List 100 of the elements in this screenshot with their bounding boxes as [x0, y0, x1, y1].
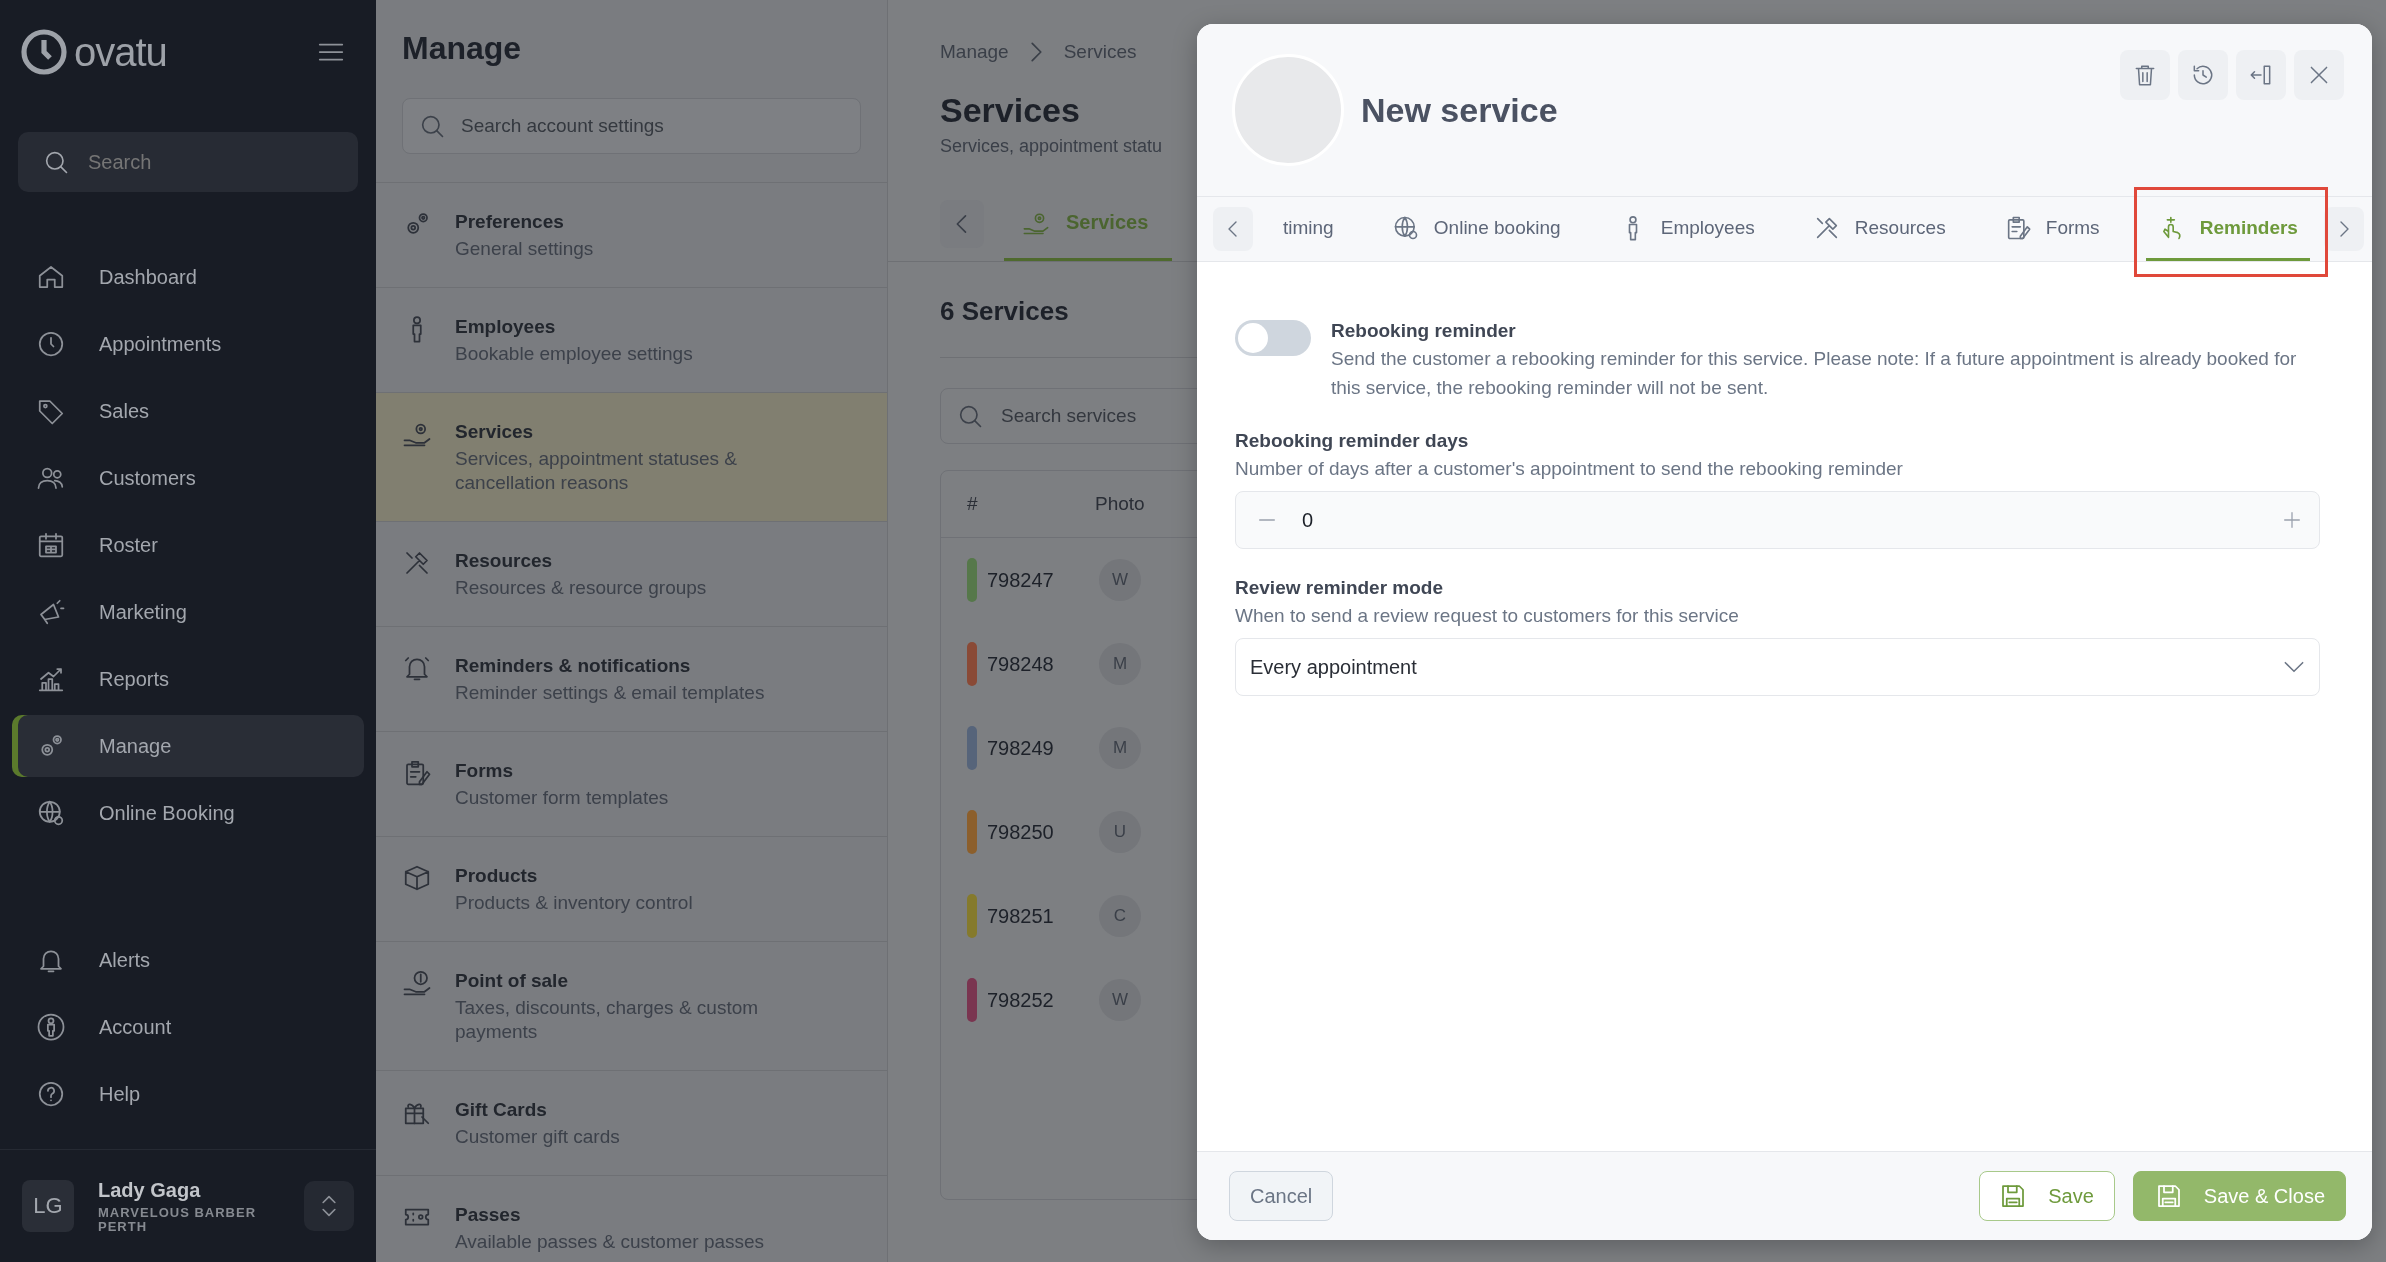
- nav-item[interactable]: Account: [12, 996, 364, 1058]
- page-title: Services: [940, 90, 1080, 131]
- item-description: Customer gift cards: [455, 1125, 621, 1149]
- search-field[interactable]: Search: [18, 132, 358, 192]
- nav-item[interactable]: Manage: [12, 715, 364, 777]
- table-cell: 798249: [987, 736, 1054, 760]
- item-description: Services, appointment statuses & cancellation reasons: [455, 447, 738, 495]
- history-button[interactable]: [2178, 50, 2228, 100]
- column-header: #: [966, 493, 979, 515]
- settings-item[interactable]: Products Products & inventory control: [376, 837, 887, 942]
- tab[interactable]: timing: [1271, 197, 1346, 261]
- settings-item[interactable]: Forms Customer form templates: [376, 732, 887, 837]
- save-button[interactable]: Save: [1979, 1171, 2115, 1221]
- tab[interactable]: Resources: [1800, 197, 1958, 261]
- item-title: Reminders & notifications: [455, 654, 692, 678]
- logo-text: ovatu: [74, 29, 167, 75]
- delete-button[interactable]: [2120, 50, 2170, 100]
- toggle-switch[interactable]: [1235, 320, 1311, 356]
- table-cell: 798247: [987, 568, 1054, 592]
- business-name: MARVELOUS BARBER PERTH: [98, 1205, 258, 1234]
- settings-item[interactable]: Gift Cards Customer gift cards: [376, 1071, 887, 1176]
- dialog-title: New service: [1361, 90, 1558, 130]
- item-title: Preferences: [455, 210, 565, 234]
- field-description: When to send a review request to customers for this service: [1235, 604, 1740, 628]
- item-title: Passes: [455, 1203, 522, 1227]
- nav-item[interactable]: Online Booking: [12, 782, 364, 844]
- chevron-right-icon: [1030, 42, 1042, 62]
- item-title: Employees: [455, 315, 557, 339]
- item-description: General settings: [455, 237, 595, 261]
- field-label: Rebooking reminder: [1331, 319, 1517, 343]
- user-avatar: LG: [22, 1180, 74, 1232]
- user-name: Lady Gaga: [98, 1178, 202, 1202]
- initials-avatar: M: [1099, 643, 1141, 685]
- initials-avatar: U: [1099, 811, 1141, 853]
- initials-avatar: W: [1099, 559, 1141, 601]
- cancel-button[interactable]: Cancel: [1229, 1171, 1334, 1221]
- nav-item[interactable]: Sales: [12, 380, 364, 442]
- table-cell: 798252: [987, 988, 1054, 1012]
- nav-item[interactable]: Dashboard: [12, 246, 364, 308]
- nav-item[interactable]: Customers: [12, 447, 364, 509]
- item-title: Gift Cards: [455, 1098, 548, 1122]
- panel-title: Manage: [402, 29, 523, 68]
- initials-avatar: M: [1099, 727, 1141, 769]
- nav-item[interactable]: Appointments: [12, 313, 364, 375]
- nav-item[interactable]: Roster: [12, 514, 364, 576]
- settings-item[interactable]: Reminders & notifications Reminder settings & email templates: [376, 627, 887, 732]
- globe-icon: [36, 798, 66, 828]
- item-description: Taxes, discounts, charges & custom payments: [455, 996, 760, 1044]
- item-description: Reminder settings & email templates: [455, 681, 766, 705]
- item-description: Bookable employee settings: [455, 342, 694, 366]
- plus-icon[interactable]: [2281, 509, 2303, 531]
- field-description: Send the customer a rebooking reminder for this service. Please note: If a future appointment is already booked for this service, the rebooking reminder will not be sent.: [1331, 347, 2298, 400]
- scroll-left-button[interactable]: [1213, 207, 1253, 251]
- table-cell: 798250: [987, 820, 1054, 844]
- nav-item[interactable]: Marketing: [12, 581, 364, 643]
- clock-icon: [36, 329, 66, 359]
- box-icon: [402, 863, 432, 893]
- item-description: Resources & resource groups: [455, 576, 708, 600]
- initials-avatar: W: [1099, 979, 1141, 1021]
- settings-item[interactable]: Preferences General settings: [376, 183, 887, 288]
- coin-hand-icon: [402, 968, 432, 998]
- calendar-icon: [36, 530, 66, 560]
- item-title: Products: [455, 864, 539, 888]
- item-description: Products & inventory control: [455, 891, 694, 915]
- settings-item[interactable]: Resources Resources & resource groups: [376, 522, 887, 627]
- item-description: Customer form templates: [455, 786, 670, 810]
- page-subtitle: Services, appointment statu: [940, 136, 1163, 157]
- close-button[interactable]: [2294, 50, 2344, 100]
- item-title: Services: [455, 420, 535, 444]
- table-cell: 798251: [987, 904, 1054, 928]
- field-description: Number of days after a customer's appointment to send the rebooking reminder: [1235, 457, 1904, 481]
- nav-item[interactable]: Help: [12, 1063, 364, 1125]
- logo-clock-icon: [20, 28, 68, 76]
- settings-item[interactable]: Passes Available passes & customer passes: [376, 1176, 887, 1262]
- table-cell: 798248: [987, 652, 1054, 676]
- settings-item[interactable]: Point of sale Taxes, discounts, charges & custom payments: [376, 942, 887, 1071]
- column-header: Photo: [1095, 493, 1146, 515]
- number-field[interactable]: 0: [1235, 491, 2320, 549]
- scroll-right-button[interactable]: [2324, 207, 2364, 251]
- initials-avatar: C: [1099, 895, 1141, 937]
- item-title: Resources: [455, 549, 554, 573]
- search-field[interactable]: Search services: [940, 388, 1197, 444]
- select-field[interactable]: Every appointment: [1235, 638, 2320, 696]
- help-icon: [36, 1079, 66, 1109]
- field-label: Rebooking reminder days: [1235, 429, 1470, 453]
- item-title: Point of sale: [455, 969, 569, 993]
- tab[interactable]: Employees: [1606, 197, 1767, 261]
- nav-item[interactable]: Reports: [12, 648, 364, 710]
- person-icon: [36, 1012, 66, 1042]
- settings-item[interactable]: Services Services, appointment statuses & cancellation reasons: [376, 393, 887, 522]
- collapse-button[interactable]: [2236, 50, 2286, 100]
- tab[interactable]: Online booking: [1379, 197, 1573, 261]
- account-switch-button[interactable]: [304, 1181, 354, 1231]
- field-label: Review reminder mode: [1235, 576, 1445, 600]
- nav-item[interactable]: Alerts: [12, 929, 364, 991]
- tab[interactable]: Forms: [1991, 197, 2112, 261]
- item-description: Available passes & customer passes: [455, 1230, 766, 1254]
- search-field[interactable]: Search account settings: [402, 98, 861, 154]
- tab[interactable]: Reminders: [2145, 197, 2310, 261]
- item-title: Forms: [455, 759, 515, 783]
